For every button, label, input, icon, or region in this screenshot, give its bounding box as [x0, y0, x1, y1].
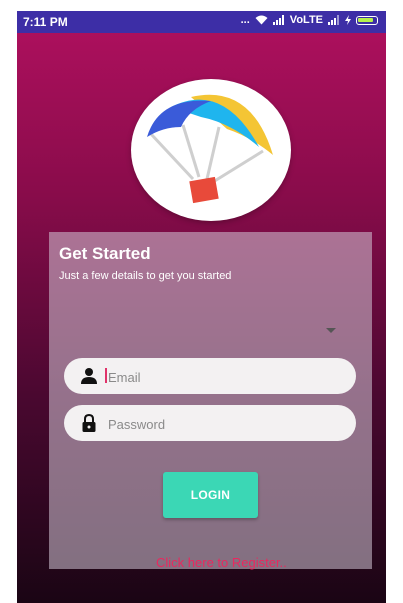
battery-icon [356, 15, 378, 25]
lock-icon [82, 414, 96, 432]
dropdown-arrow-icon[interactable] [326, 328, 336, 333]
person-icon [81, 368, 97, 384]
register-link[interactable]: Click here to Register.. [156, 555, 287, 570]
battery-level [358, 17, 373, 22]
wifi-icon [255, 15, 268, 25]
charging-icon [345, 15, 351, 25]
more-indicators-icon: ... [240, 14, 250, 26]
password-field[interactable] [64, 405, 356, 443]
signal-icon [328, 15, 339, 25]
network-label: VoLTE [289, 14, 323, 26]
card-title: Get Started [59, 244, 151, 263]
signal-icon [272, 15, 284, 25]
card-subtitle: Just a few details to get you started [59, 270, 232, 282]
login-button[interactable]: LOGIN [163, 472, 258, 518]
phone-screen: 7:11 PM ... VoLTE Get Started Just a few… [17, 11, 386, 603]
email-field[interactable] [64, 358, 356, 396]
status-indicators: ... VoLTE [241, 14, 378, 26]
app-logo [131, 79, 291, 221]
login-card: Get Started Just a few details to get yo… [49, 232, 372, 570]
status-bar: 7:11 PM ... VoLTE [17, 11, 386, 33]
email-input[interactable] [106, 358, 350, 396]
parachute-logo-icon [147, 94, 273, 204]
status-time: 7:11 PM [23, 15, 68, 29]
password-input[interactable] [106, 405, 350, 443]
